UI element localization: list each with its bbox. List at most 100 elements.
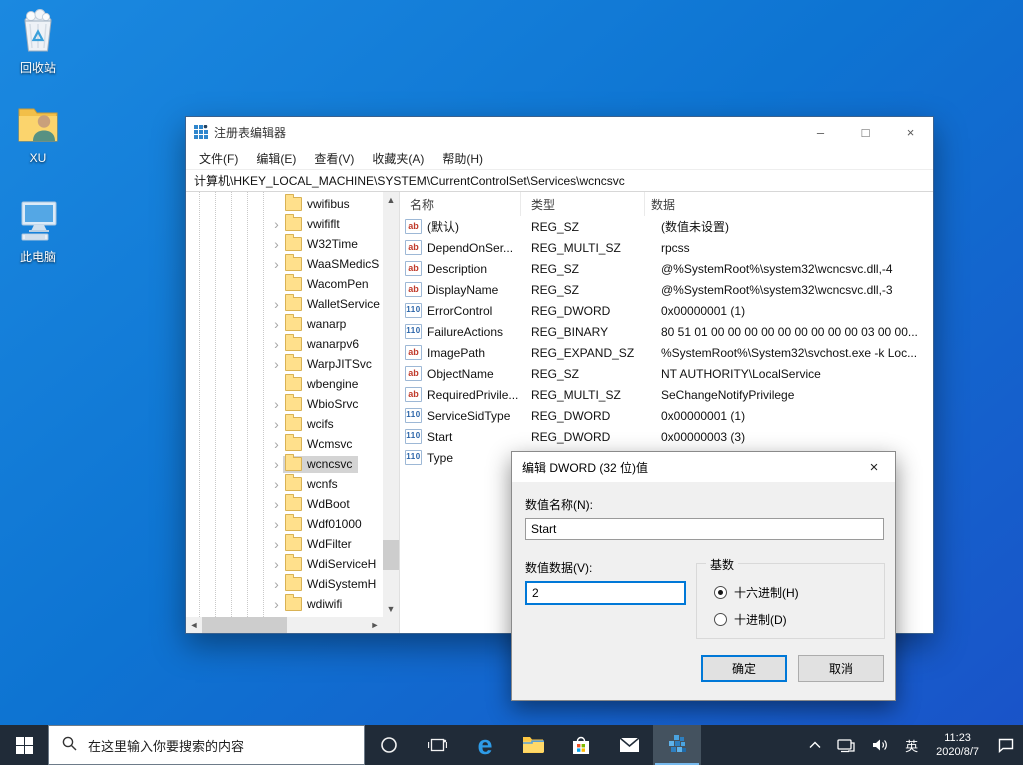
task-view-button[interactable] xyxy=(413,725,461,765)
edge-button[interactable]: e xyxy=(461,725,509,765)
chevron-right-icon[interactable]: › xyxy=(270,478,283,491)
tree-item-label[interactable]: WdFilter xyxy=(307,537,352,551)
chevron-right-icon[interactable]: › xyxy=(270,438,283,451)
scroll-down-icon[interactable]: ▼ xyxy=(383,601,399,617)
tree-item-label[interactable]: WbioSrvc xyxy=(307,397,358,411)
chevron-right-icon[interactable]: › xyxy=(270,518,283,531)
registry-value-row[interactable]: 110 ServiceSidType REG_DWORD 0x00000001 … xyxy=(400,405,933,426)
tree-item[interactable]: › WdBoot xyxy=(186,494,383,514)
address-bar[interactable]: 计算机\HKEY_LOCAL_MACHINE\SYSTEM\CurrentCon… xyxy=(186,169,933,192)
chevron-right-icon[interactable]: › xyxy=(270,238,283,251)
chevron-right-icon[interactable]: › xyxy=(270,218,283,231)
value-name[interactable]: FailureActions xyxy=(427,325,503,339)
tree-item-label[interactable]: WalletService xyxy=(307,297,380,311)
registry-value-row[interactable]: 110 FailureActions REG_BINARY 80 51 01 0… xyxy=(400,321,933,342)
decimal-radio-option[interactable]: 十进制(D) xyxy=(714,611,787,628)
value-name[interactable]: ErrorControl xyxy=(427,304,492,318)
desktop-icon-user-folder[interactable]: XU xyxy=(5,100,71,165)
column-header-name[interactable]: 名称 xyxy=(400,192,521,216)
ok-button[interactable]: 确定 xyxy=(701,655,787,682)
tree-item-label[interactable]: WarpJITSvc xyxy=(307,357,372,371)
chevron-right-icon[interactable]: › xyxy=(270,418,283,431)
cortana-button[interactable] xyxy=(365,725,413,765)
tray-chevron-up-icon[interactable] xyxy=(801,725,829,765)
radio-unselected-icon[interactable] xyxy=(714,613,727,626)
radio-selected-icon[interactable] xyxy=(714,586,727,599)
tree-item-label[interactable]: W32Time xyxy=(307,237,358,251)
value-name-field[interactable]: Start xyxy=(525,518,884,540)
registry-value-row[interactable]: ab RequiredPrivile... REG_MULTI_SZ SeCha… xyxy=(400,384,933,405)
hex-radio-option[interactable]: 十六进制(H) xyxy=(714,584,799,601)
tree-item[interactable]: › WacomPen xyxy=(186,274,383,294)
chevron-right-icon[interactable]: › xyxy=(270,398,283,411)
tree-item-label[interactable]: Wcmsvc xyxy=(307,437,352,451)
value-name[interactable]: ServiceSidType xyxy=(427,409,510,423)
tree-item[interactable]: › wanarp xyxy=(186,314,383,334)
value-name[interactable]: RequiredPrivile... xyxy=(427,388,518,402)
tree-vertical-scrollbar[interactable]: ▲ ▼ xyxy=(383,192,399,617)
volume-icon[interactable] xyxy=(863,725,897,765)
tree-item-label[interactable]: WdiSystemH xyxy=(307,577,376,591)
regedit-titlebar[interactable]: 注册表编辑器 – □ × xyxy=(186,117,933,147)
scroll-up-icon[interactable]: ▲ xyxy=(383,192,399,208)
ime-indicator[interactable]: 英 xyxy=(897,725,926,765)
value-name[interactable]: DisplayName xyxy=(427,283,498,297)
tree-item-label[interactable]: wcncsvc xyxy=(307,457,352,471)
tree-item[interactable]: › wcnfs xyxy=(186,474,383,494)
tree-item[interactable]: › WalletService xyxy=(186,294,383,314)
chevron-right-icon[interactable]: › xyxy=(270,458,283,471)
tree-item[interactable]: › Wcmsvc xyxy=(186,434,383,454)
tree-horizontal-scrollbar[interactable]: ◄ ► xyxy=(186,617,383,633)
close-button[interactable]: × xyxy=(888,117,933,147)
dialog-titlebar[interactable]: 编辑 DWORD (32 位)值 × xyxy=(512,452,895,482)
chevron-right-icon[interactable]: › xyxy=(270,598,283,611)
tree-item[interactable]: › WarpJITSvc xyxy=(186,354,383,374)
desktop-icon-this-pc[interactable]: 此电脑 xyxy=(5,197,71,265)
value-name[interactable]: Type xyxy=(427,451,453,465)
registry-value-row[interactable]: ab ImagePath REG_EXPAND_SZ %SystemRoot%\… xyxy=(400,342,933,363)
tree-item[interactable]: › WaaSMedicS xyxy=(186,254,383,274)
registry-value-row[interactable]: ab ObjectName REG_SZ NT AUTHORITY\LocalS… xyxy=(400,363,933,384)
value-name[interactable]: ObjectName xyxy=(427,367,494,381)
tree-item[interactable]: › vwififlt xyxy=(186,214,383,234)
tree-item[interactable]: › WdiSystemH xyxy=(186,574,383,594)
tree-item-label[interactable]: Wdf01000 xyxy=(307,517,362,531)
chevron-right-icon[interactable]: › xyxy=(270,538,283,551)
tree-item[interactable]: › WdFilter xyxy=(186,534,383,554)
registry-value-row[interactable]: 110 Start REG_DWORD 0x00000003 (3) xyxy=(400,426,933,447)
registry-value-row[interactable]: ab DependOnSer... REG_MULTI_SZ rpcss xyxy=(400,237,933,258)
registry-value-row[interactable]: ab (默认) REG_SZ (数值未设置) xyxy=(400,216,933,237)
chevron-right-icon[interactable]: › xyxy=(270,558,283,571)
chevron-right-icon[interactable]: › xyxy=(270,258,283,271)
tree-item-label[interactable]: WacomPen xyxy=(307,277,369,291)
cancel-button[interactable]: 取消 xyxy=(798,655,884,682)
menu-item[interactable]: 文件(F) xyxy=(190,150,247,167)
store-button[interactable] xyxy=(557,725,605,765)
chevron-right-icon[interactable]: › xyxy=(270,498,283,511)
tree-item[interactable]: › wcifs xyxy=(186,414,383,434)
tree-item-label[interactable]: wcnfs xyxy=(307,477,338,491)
vertical-scrollbar-thumb[interactable] xyxy=(383,540,399,570)
tree-item-label[interactable]: wanarpv6 xyxy=(307,337,359,351)
tree-item[interactable]: › wdiwifi xyxy=(186,594,383,614)
tree-item[interactable]: › wbengine xyxy=(186,374,383,394)
menu-item[interactable]: 收藏夹(A) xyxy=(363,150,433,167)
tree-item-label[interactable]: WaaSMedicS xyxy=(307,257,379,271)
value-name[interactable]: Start xyxy=(427,430,452,444)
maximize-button[interactable]: □ xyxy=(843,117,888,147)
tree-item-label[interactable]: vwififlt xyxy=(307,217,340,231)
chevron-right-icon[interactable]: › xyxy=(270,338,283,351)
tree-item[interactable]: › wanarpv6 xyxy=(186,334,383,354)
chevron-right-icon[interactable]: › xyxy=(270,318,283,331)
chevron-right-icon[interactable]: › xyxy=(270,298,283,311)
horizontal-scrollbar-thumb[interactable] xyxy=(202,617,287,633)
column-header-data[interactable]: 数据 xyxy=(645,192,933,216)
taskbar-search-box[interactable]: 在这里输入你要搜索的内容 xyxy=(48,725,365,765)
tree-item[interactable]: › wcncsvc xyxy=(186,454,383,474)
network-icon[interactable] xyxy=(829,725,863,765)
value-name[interactable]: Description xyxy=(427,262,487,276)
tree-item[interactable]: › W32Time xyxy=(186,234,383,254)
value-name[interactable]: DependOnSer... xyxy=(427,241,513,255)
dialog-close-icon[interactable]: × xyxy=(853,452,895,482)
chevron-right-icon[interactable]: › xyxy=(270,578,283,591)
